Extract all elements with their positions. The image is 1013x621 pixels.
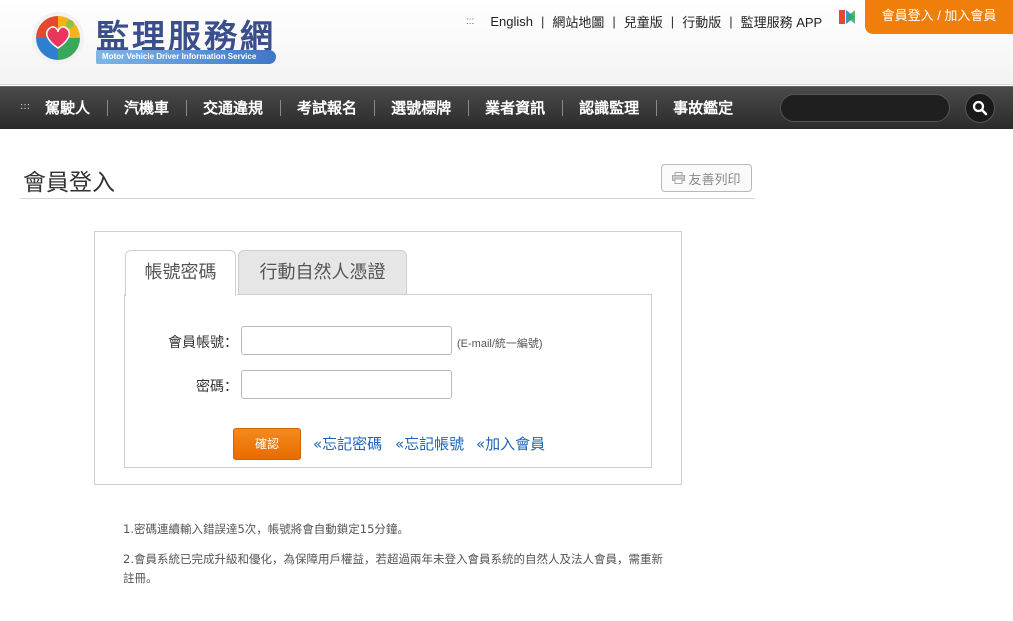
separator: | (540, 13, 545, 29)
accesskey-top[interactable]: ::: (466, 16, 474, 27)
top-links: ::: English | 網站地圖 | 兒童版 | 行動版 | 監理服務 AP… (466, 12, 822, 30)
member-login-button[interactable]: 會員登入 / 加入會員 (865, 0, 1013, 34)
title-divider (20, 198, 755, 199)
nav-item-business[interactable]: 業者資訊 (468, 87, 562, 129)
nav-search-box (780, 94, 950, 122)
print-label: 友善列印 (688, 172, 741, 188)
link-mobile[interactable]: 行動版 (682, 12, 721, 31)
site-logo[interactable]: 監理服務網 Motor Vehicle Driver Information S… (30, 10, 280, 68)
app-logo-icon[interactable] (838, 8, 856, 26)
nav-item-violation[interactable]: 交通違規 (186, 87, 280, 129)
main-nav: ::: 駕駛人 汽機車 交通違規 考試報名 選號標牌 業者資訊 認識監理 事故鑑… (0, 86, 1013, 129)
password-input[interactable] (242, 371, 451, 398)
nav-item-accident[interactable]: 事故鑑定 (656, 87, 750, 129)
forgot-account-link[interactable]: «忘記帳號 (395, 433, 464, 454)
separator: | (729, 13, 733, 29)
note-lockout: 1.密碼連續輸入錯誤達5次，帳號將會自動鎖定15分鐘。 (123, 522, 409, 536)
forgot-password-link[interactable]: «忘記密碼 (313, 433, 382, 454)
account-field-wrapper (241, 326, 452, 355)
nav-item-driver[interactable]: 駕駛人 (28, 87, 107, 129)
link-kids[interactable]: 兒童版 (624, 12, 663, 31)
login-box: 帳號密碼 行動自然人憑證 會員帳號： (E-mail/統一編號) 密碼： 確認 … (94, 231, 682, 485)
logo-subtitle: Motor Vehicle Driver Information Service (96, 50, 276, 64)
nav-items: 駕駛人 汽機車 交通違規 考試報名 選號標牌 業者資訊 認識監理 事故鑑定 (28, 87, 750, 129)
password-field-wrapper (241, 370, 452, 399)
search-icon (972, 100, 988, 116)
link-english[interactable]: English (490, 14, 533, 29)
separator: | (670, 13, 675, 29)
note-reregister: 2.會員系統已完成升級和優化，為保障用戶權益，若超過兩年未登入會員系統的自然人及… (123, 552, 663, 585)
password-label: 密碼： (196, 379, 238, 395)
nav-item-vehicle[interactable]: 汽機車 (107, 87, 186, 129)
search-button[interactable] (965, 93, 995, 123)
link-app[interactable]: 監理服務 APP (741, 12, 823, 31)
nav-item-exam[interactable]: 考試報名 (280, 87, 374, 129)
tab-account-password[interactable]: 帳號密碼 (125, 250, 236, 296)
site-header: 監理服務網 Motor Vehicle Driver Information S… (0, 0, 1013, 85)
nav-item-plate[interactable]: 選號標牌 (374, 87, 468, 129)
link-sitemap[interactable]: 網站地圖 (552, 12, 604, 31)
print-button[interactable]: 友善列印 (661, 164, 752, 192)
logo-emblem-icon (32, 12, 84, 64)
confirm-button[interactable]: 確認 (233, 428, 301, 460)
tab-mobile-certificate[interactable]: 行動自然人憑證 (238, 250, 407, 295)
page-title: 會員登入 (23, 170, 115, 196)
nav-item-about[interactable]: 認識監理 (562, 87, 656, 129)
account-input[interactable] (242, 327, 451, 354)
printer-icon (672, 172, 686, 184)
search-input[interactable] (781, 95, 949, 121)
account-hint: (E-mail/統一編號) (457, 338, 543, 350)
account-label: 會員帳號： (168, 335, 238, 351)
separator: | (612, 13, 616, 29)
join-member-link[interactable]: «加入會員 (476, 433, 545, 454)
